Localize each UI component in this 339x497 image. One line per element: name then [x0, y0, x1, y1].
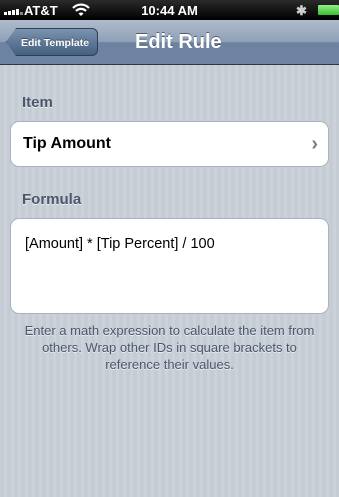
back-button[interactable]: Edit Template [6, 28, 99, 56]
item-value: Tip Amount [23, 135, 111, 152]
page-title: Edit Rule [135, 31, 222, 53]
item-section-header: Item [22, 94, 53, 111]
clock: 10:44 AM [141, 3, 198, 18]
bluetooth-icon: ✱ [296, 3, 307, 18]
formula-section-header: Formula [22, 191, 82, 208]
help-text: Enter a math expression to calculate the… [24, 323, 315, 372]
battery-icon [318, 5, 339, 15]
item-cell[interactable]: Tip Amount › [10, 121, 329, 167]
formula-field[interactable]: [Amount] * [Tip Percent] / 100 [10, 218, 329, 314]
formula-text[interactable]: [Amount] * [Tip Percent] / 100 [25, 236, 215, 252]
status-bar: AT&T 10:44 AM ✱ [0, 0, 339, 20]
chevron-right-icon: › [311, 133, 318, 155]
navigation-bar: Edit Template Edit Rule [0, 20, 339, 65]
